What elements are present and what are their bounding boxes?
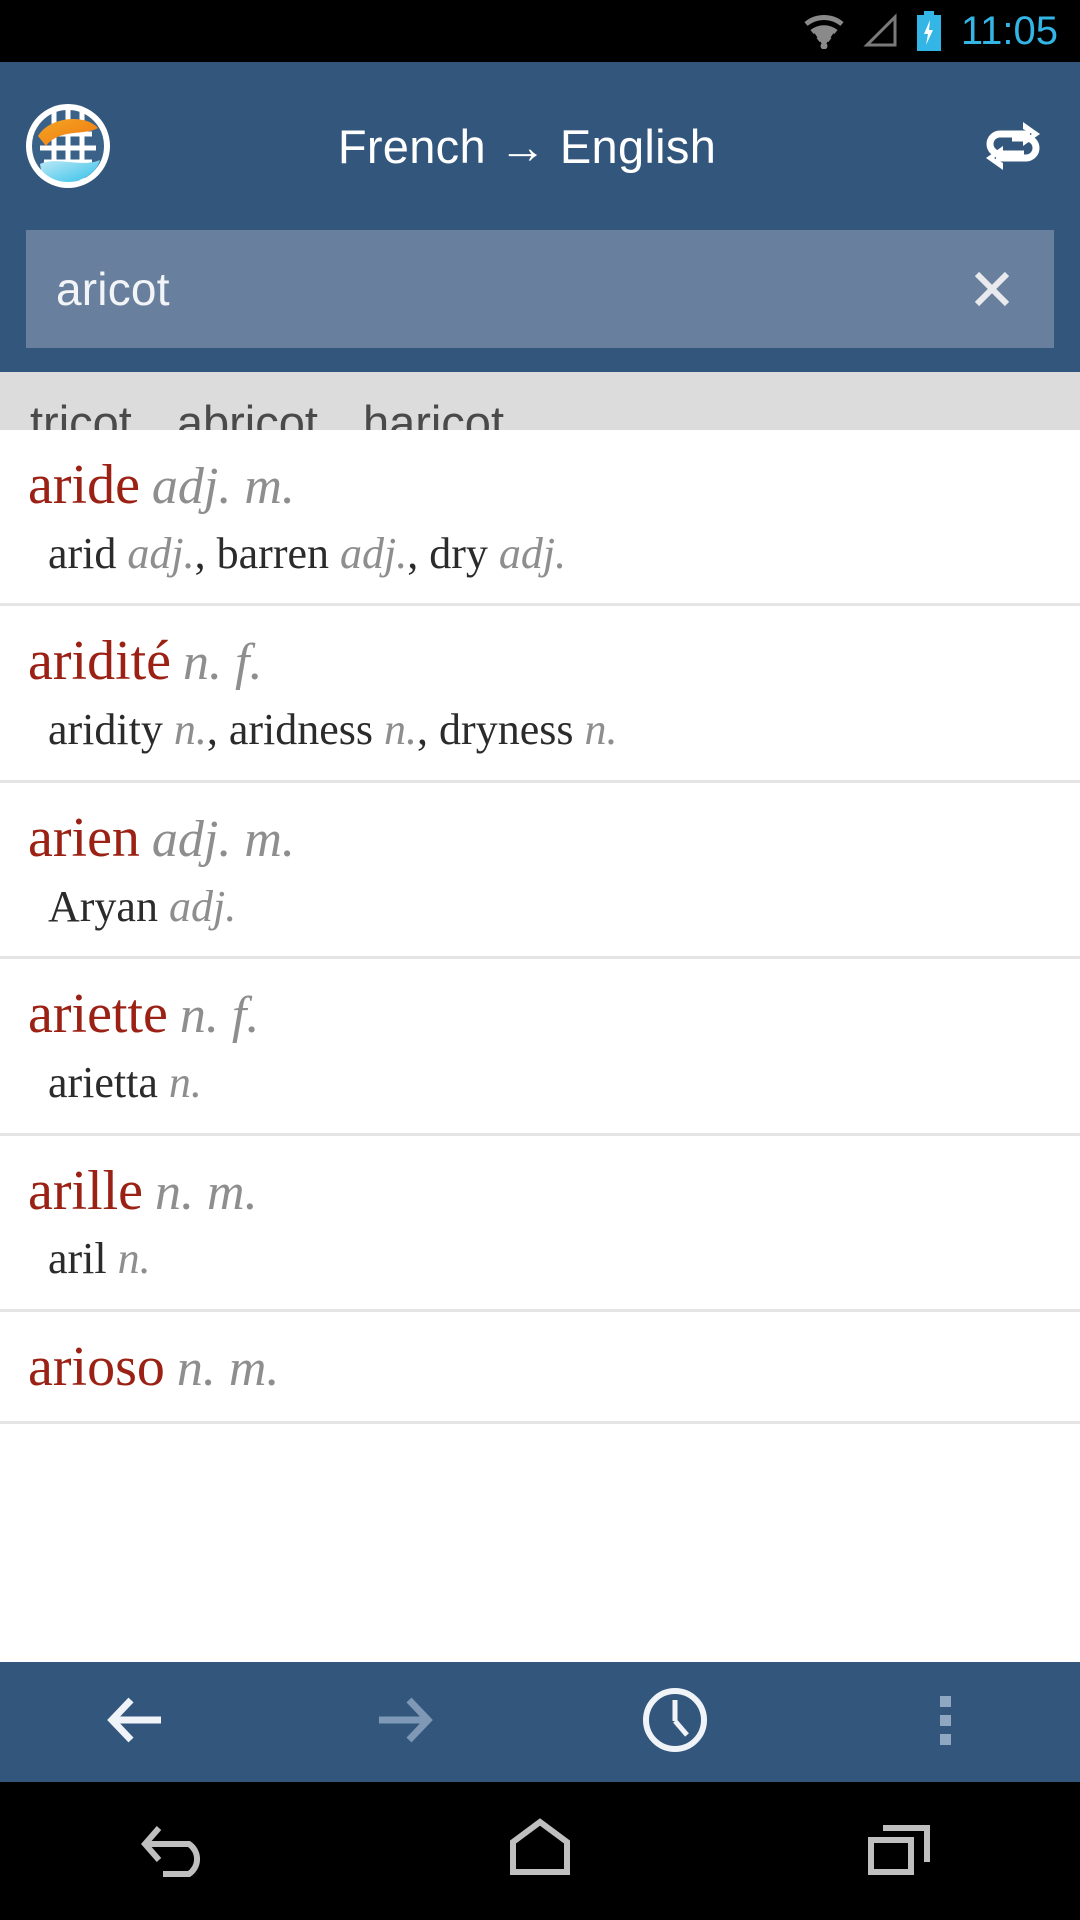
entry-headword: aridité bbox=[28, 630, 172, 693]
entry-translations: arietta n. bbox=[0, 1058, 1080, 1109]
list-item[interactable]: aridité n. f. aridity n., aridness n., dr… bbox=[0, 606, 1080, 783]
entry-part-of-speech: adj. m. bbox=[151, 810, 295, 868]
android-recents-icon bbox=[857, 1814, 943, 1889]
list-item[interactable]: aride adj. m. arid adj., barren adj., dry… bbox=[0, 430, 1080, 607]
app-header: French → English bbox=[0, 62, 1080, 230]
search-input-value: aricot bbox=[56, 263, 170, 315]
entry-part-of-speech: adj. m. bbox=[151, 458, 295, 515]
translation-pos: n. bbox=[168, 1057, 202, 1107]
translation-pos: adj. bbox=[127, 528, 195, 578]
list-item[interactable]: ariette n. f. arietta n. bbox=[0, 959, 1080, 1136]
clear-x-icon[interactable] bbox=[956, 253, 1028, 325]
list-item[interactable]: arien adj. m. Aryan adj. bbox=[0, 783, 1080, 960]
android-nav-bar bbox=[0, 1782, 1080, 1920]
translation-pos: n. bbox=[117, 1234, 151, 1284]
entry-headword: arien bbox=[28, 806, 140, 869]
search-input[interactable]: aricot bbox=[26, 230, 1054, 348]
translation-term: aridness bbox=[228, 705, 374, 755]
translation-term: arietta bbox=[48, 1057, 158, 1107]
translation-term: aridity bbox=[48, 705, 163, 755]
translation-pos: adj. bbox=[498, 528, 567, 578]
translation-term: dryness bbox=[439, 705, 574, 755]
entry-translations: Aryan adj. bbox=[0, 882, 1080, 933]
battery-charging-icon bbox=[915, 11, 943, 51]
translation-term: barren bbox=[216, 528, 330, 578]
android-recents-button[interactable] bbox=[720, 1782, 1080, 1920]
translation-term: arid bbox=[48, 528, 117, 578]
entry-part-of-speech: n. f. bbox=[179, 987, 260, 1045]
translation-pos: adj. bbox=[168, 881, 237, 931]
history-button[interactable] bbox=[540, 1662, 810, 1782]
overflow-menu-button[interactable] bbox=[810, 1662, 1080, 1782]
entry-part-of-speech: n. f. bbox=[183, 634, 263, 692]
translation-pos: n. bbox=[384, 705, 418, 755]
android-home-button[interactable] bbox=[360, 1782, 720, 1920]
back-button[interactable] bbox=[0, 1662, 270, 1782]
entry-headword: ariette bbox=[28, 983, 168, 1046]
entry-translations: aril n. bbox=[0, 1234, 1080, 1285]
page-title: French → English bbox=[337, 119, 717, 173]
translation-term: aril bbox=[48, 1234, 107, 1284]
wifi-icon bbox=[801, 13, 847, 49]
translation-pos: n. bbox=[584, 705, 618, 755]
status-bar: 11:05 bbox=[0, 0, 1080, 62]
entry-part-of-speech: n. m. bbox=[155, 1163, 258, 1221]
entry-headline: ariette n. f. bbox=[0, 985, 1080, 1044]
entry-headline: aride adj. m. bbox=[0, 456, 1080, 515]
entry-headline: arioso n. m. bbox=[0, 1338, 1080, 1397]
entry-translations: aridity n., aridness n., dryness n. bbox=[48, 705, 618, 755]
cellular-signal-icon bbox=[861, 13, 901, 49]
swap-languages-icon[interactable] bbox=[962, 96, 1062, 196]
phone-screen: 11:05 French → English aricot tricot abr… bbox=[0, 0, 1080, 1920]
results-list[interactable]: aride adj. m. arid adj., barren adj., dry… bbox=[0, 430, 1080, 1662]
android-home-icon bbox=[497, 1814, 583, 1889]
overflow-menu-icon bbox=[933, 1684, 957, 1761]
translation-pos: n. bbox=[173, 705, 207, 755]
entry-headword: aride bbox=[28, 454, 140, 516]
android-back-button[interactable] bbox=[0, 1782, 360, 1920]
entry-part-of-speech: n. m. bbox=[176, 1339, 280, 1397]
entry-headword: arioso bbox=[28, 1335, 165, 1398]
translation-term: Aryan bbox=[48, 881, 158, 931]
clock-icon bbox=[636, 1681, 714, 1764]
android-back-icon bbox=[137, 1814, 223, 1889]
search-bar-container: aricot bbox=[0, 230, 1080, 372]
forward-button[interactable] bbox=[270, 1662, 540, 1782]
bottom-toolbar bbox=[0, 1662, 1080, 1782]
arrow-left-icon bbox=[99, 1684, 171, 1761]
status-bar-clock: 11:05 bbox=[960, 9, 1058, 53]
entry-translations: arid adj., barren adj., dry adj. bbox=[48, 528, 567, 578]
list-item[interactable]: arioso n. m. bbox=[0, 1312, 1080, 1424]
entry-headline: aridité n. f. bbox=[0, 632, 1080, 691]
arrow-right-icon bbox=[369, 1684, 441, 1761]
translation-pos: adj. bbox=[340, 528, 408, 578]
translation-term: dry bbox=[429, 528, 488, 578]
list-item[interactable]: arille n. m. aril n. bbox=[0, 1136, 1080, 1312]
entry-headline: arien adj. m. bbox=[0, 806, 1080, 869]
entry-headline: arille n. m. bbox=[0, 1159, 1080, 1222]
entry-headword: arille bbox=[28, 1159, 144, 1222]
